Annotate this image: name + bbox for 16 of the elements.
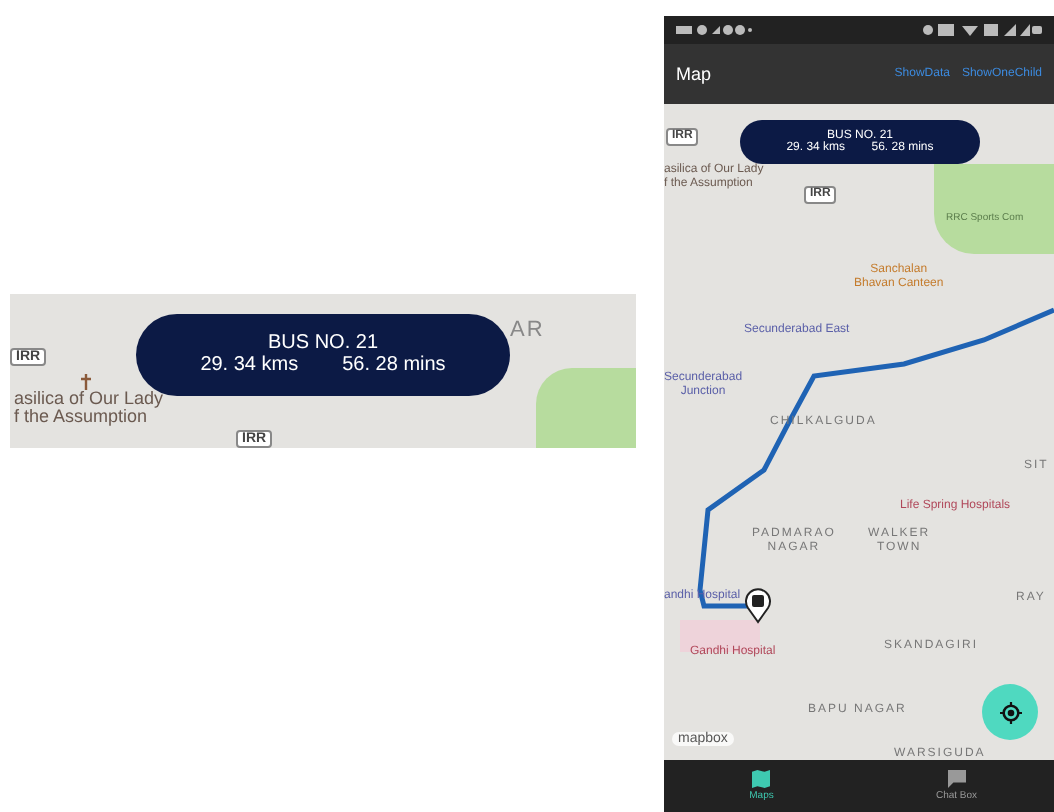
- bus-number: BUS NO. 21: [267, 332, 379, 354]
- target-icon: [999, 701, 1021, 723]
- church-icon: [80, 373, 92, 389]
- park-area: [536, 367, 636, 447]
- notification-icons: [676, 24, 756, 36]
- park-area: [934, 164, 1054, 254]
- system-status-icons: [922, 24, 1042, 36]
- place-label: asilica of Our Lady f the Assumption: [14, 389, 164, 429]
- duration-text: 56. 28 mins: [342, 354, 446, 376]
- app-title: Map: [676, 64, 712, 84]
- area-label: AR: [510, 317, 545, 342]
- map-icon: [752, 770, 771, 788]
- location-button[interactable]: [982, 684, 1038, 740]
- bus-marker-icon: [744, 588, 772, 624]
- chat-icon: [947, 770, 966, 788]
- distance-text: 29. 34 kms: [200, 354, 299, 376]
